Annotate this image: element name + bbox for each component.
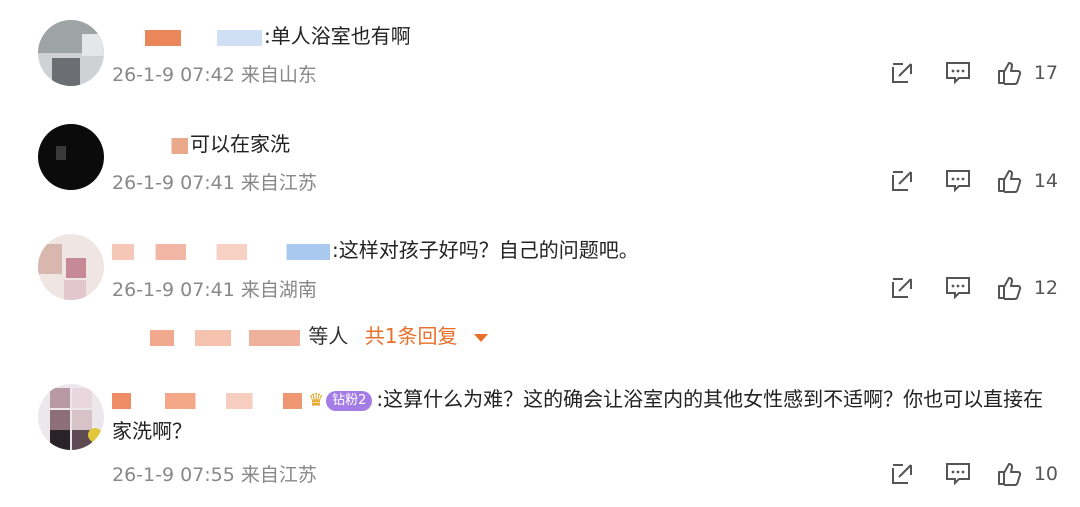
blurred-username[interactable]: [112, 29, 262, 46]
comment-button[interactable]: [930, 275, 986, 301]
like-button[interactable]: 17: [996, 60, 1058, 86]
comment-time: 26-1-9 07:41: [112, 279, 235, 301]
share-button[interactable]: [874, 461, 930, 487]
like-count: 17: [1033, 62, 1058, 84]
blurred-username[interactable]: [112, 137, 188, 154]
like-count: 14: [1033, 170, 1058, 192]
comment-time: 26-1-9 07:55: [112, 464, 235, 486]
comment-time: 26-1-9 07:42: [112, 64, 235, 86]
avatar[interactable]: [38, 384, 104, 450]
share-button[interactable]: [874, 275, 930, 301]
comment-meta: 26-1-9 07:55 来自江苏: [112, 462, 317, 488]
comment-text-line: :单人浴室也有啊: [112, 22, 411, 50]
blurred-username[interactable]: [112, 243, 330, 260]
share-button[interactable]: [874, 60, 930, 86]
reply-summary[interactable]: 等人 共1条回复: [150, 322, 488, 350]
fan-badge[interactable]: ♛ 钻粉2: [308, 390, 373, 412]
avatar[interactable]: [38, 20, 104, 86]
comment-actions: 10: [874, 461, 1058, 487]
share-icon: [891, 278, 912, 298]
comment-meta: 26-1-9 07:41 来自江苏: [112, 170, 317, 196]
comment-meta: 26-1-9 07:41 来自湖南: [112, 277, 317, 303]
reply-who: 等人: [308, 324, 349, 348]
chevron-down-icon[interactable]: [473, 333, 488, 342]
fan-level: 钻粉2: [326, 390, 373, 411]
comment-location: 来自江苏: [240, 464, 317, 486]
like-count: 10: [1033, 463, 1058, 485]
reply-count-link[interactable]: 共1条回复: [365, 324, 458, 348]
share-button[interactable]: [874, 168, 930, 194]
comment-location: 来自山东: [240, 64, 317, 86]
comment-text: 这样对孩子好吗？自己的问题吧。: [338, 238, 639, 262]
thumbs-up-icon: [997, 463, 1021, 486]
comment-icon: [945, 170, 970, 193]
like-button[interactable]: 12: [996, 275, 1058, 301]
like-button[interactable]: 10: [996, 461, 1058, 487]
share-icon: [891, 63, 912, 83]
comment-text-line: ♛ 钻粉2:这算什么为难？这的确会让浴室内的其他女性感到不适啊？你也可以直接在家洗…: [112, 383, 1047, 447]
comment-icon: [945, 277, 970, 300]
comment-meta: 26-1-9 07:42 来自山东: [112, 62, 317, 88]
avatar[interactable]: [38, 234, 104, 300]
comment-button[interactable]: [930, 461, 986, 487]
comment-button[interactable]: [930, 168, 986, 194]
comment-icon: [945, 463, 970, 486]
crown-icon: ♛: [308, 389, 325, 411]
comment-text-line: 可以在家洗: [112, 130, 290, 158]
thumbs-up-icon: [997, 170, 1021, 193]
comment-actions: 14: [874, 168, 1058, 194]
share-icon: [891, 464, 912, 484]
thumbs-up-icon: [997, 62, 1021, 85]
comment-text: 可以在家洗: [190, 132, 290, 156]
like-count: 12: [1033, 277, 1058, 299]
comment-icon: [945, 62, 970, 85]
like-button[interactable]: 14: [996, 168, 1058, 194]
comment-text: 单人浴室也有啊: [270, 24, 411, 48]
comment-location: 来自湖南: [240, 279, 317, 301]
share-icon: [891, 171, 912, 191]
thumbs-up-icon: [997, 277, 1021, 300]
comment-location: 来自江苏: [240, 172, 317, 194]
comment-text-line: :这样对孩子好吗？自己的问题吧。: [112, 236, 639, 264]
comment-button[interactable]: [930, 60, 986, 86]
comment-actions: 12: [874, 275, 1058, 301]
comment-time: 26-1-9 07:41: [112, 172, 235, 194]
blurred-reply-names: [150, 329, 300, 346]
blurred-username[interactable]: [112, 392, 302, 409]
avatar[interactable]: [38, 124, 104, 190]
comment-actions: 17: [874, 60, 1058, 86]
